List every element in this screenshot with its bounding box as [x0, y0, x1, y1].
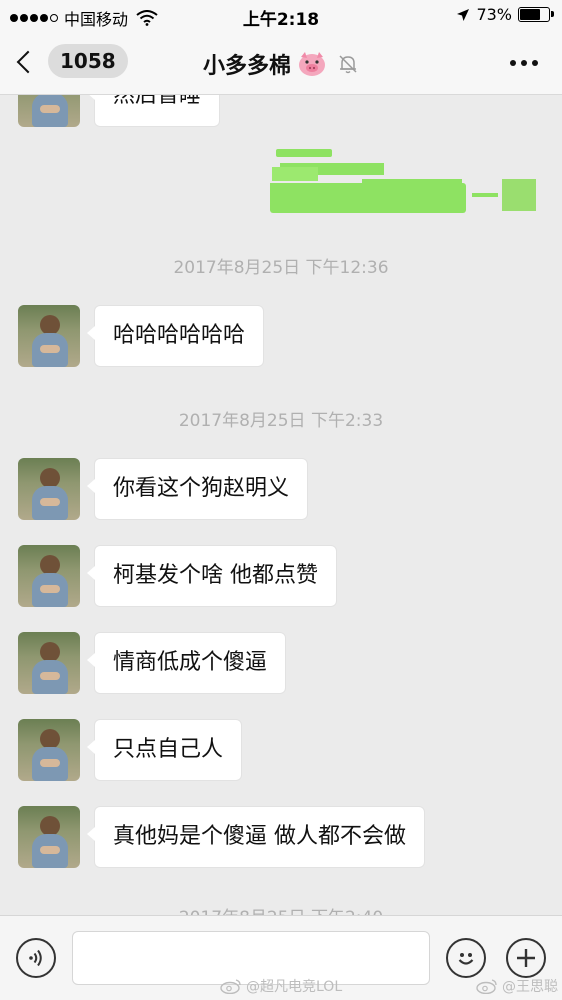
message-text: 真他妈是个傻逼 做人都不会做 — [113, 824, 406, 849]
message-row: 只点自己人 — [18, 719, 243, 781]
emoji-icon — [458, 953, 474, 965]
message-bubble[interactable]: 哈哈哈哈哈哈 — [86, 305, 265, 367]
message-bubble[interactable]: 你看这个狗赵明义 — [86, 458, 309, 520]
message-bubble[interactable]: 真他妈是个傻逼 做人都不会做 — [87, 806, 425, 868]
watermark-right: @王思聪 — [476, 976, 558, 996]
message-text: 情商低成个傻逼 — [113, 650, 268, 675]
message-text: 柯基发个啥 他都点赞 — [113, 563, 318, 588]
location-arrow-icon — [457, 8, 470, 21]
chat-area[interactable]: 然后盲睡 2017年8月25日 下午12:36 哈哈哈哈哈哈 2017年8月25… — [0, 95, 562, 915]
message-row: 你看这个狗赵明义 — [18, 458, 309, 520]
message-row: 情商低成个傻逼 — [18, 632, 287, 694]
more-dots-icon[interactable] — [510, 60, 538, 66]
contact-avatar[interactable] — [18, 545, 80, 607]
timestamp: 2017年8月25日 下午2:33 — [178, 411, 384, 431]
emoji-button[interactable] — [446, 938, 486, 978]
message-bubble-partial[interactable]: 然后盲睡 — [86, 95, 221, 127]
weibo-icon — [476, 979, 497, 994]
pig-face-icon — [299, 52, 325, 76]
add-icon — [517, 949, 535, 967]
outgoing-message-redacted[interactable] — [270, 149, 540, 217]
message-bubble[interactable]: 只点自己人 — [86, 719, 243, 781]
voice-button[interactable] — [16, 938, 56, 978]
voice-icon — [29, 949, 42, 967]
timestamp: 2017年8月25日 下午12:36 — [173, 258, 389, 278]
message-row-partial: 然后盲睡 — [18, 95, 221, 127]
chat-title: 小多多棉 — [0, 48, 562, 80]
input-bar: @超凡电竞LOL @王思聪 — [0, 915, 562, 1000]
status-bar: 中国移动 上午2:18 73% — [0, 0, 562, 32]
add-button[interactable] — [506, 938, 546, 978]
message-text: 你看这个狗赵明义 — [113, 476, 290, 501]
message-row: 柯基发个啥 他都点赞 — [18, 545, 337, 607]
contact-avatar[interactable] — [18, 95, 80, 127]
contact-avatar[interactable] — [18, 305, 80, 367]
contact-avatar[interactable] — [18, 632, 80, 694]
contact-avatar[interactable] — [18, 719, 80, 781]
contact-avatar[interactable] — [18, 458, 80, 520]
status-right: 73% — [456, 5, 554, 24]
weibo-icon — [220, 979, 241, 994]
wechat-chat-screen: 中国移动 上午2:18 73% 1058 小多多棉 然后盲睡 2017年8月25… — [0, 0, 562, 1000]
message-text: 哈哈哈哈哈哈 — [113, 323, 246, 348]
message-row: 哈哈哈哈哈哈 — [18, 305, 265, 367]
message-text: 然后盲睡 — [113, 95, 202, 108]
watermark-left-text: @超凡电竞LOL — [246, 979, 343, 995]
watermark-left: @超凡电竞LOL — [220, 976, 342, 996]
battery-percent: 73% — [476, 5, 512, 24]
contact-avatar[interactable] — [18, 806, 80, 868]
message-row: 真他妈是个傻逼 做人都不会做 — [18, 806, 425, 868]
nav-bar: 1058 小多多棉 — [0, 32, 562, 95]
battery-fill — [520, 9, 540, 20]
watermark-right-text: @王思聪 — [502, 979, 558, 995]
message-bubble[interactable]: 柯基发个啥 他都点赞 — [87, 545, 337, 607]
bell-muted-icon — [339, 55, 357, 74]
chat-title-text: 小多多棉 — [202, 54, 291, 79]
message-bubble[interactable]: 情商低成个傻逼 — [86, 632, 287, 694]
timestamp-partial: 2017年8月25日 下午2:40 — [0, 903, 562, 915]
battery-icon — [518, 7, 554, 22]
message-text: 只点自己人 — [113, 737, 224, 762]
